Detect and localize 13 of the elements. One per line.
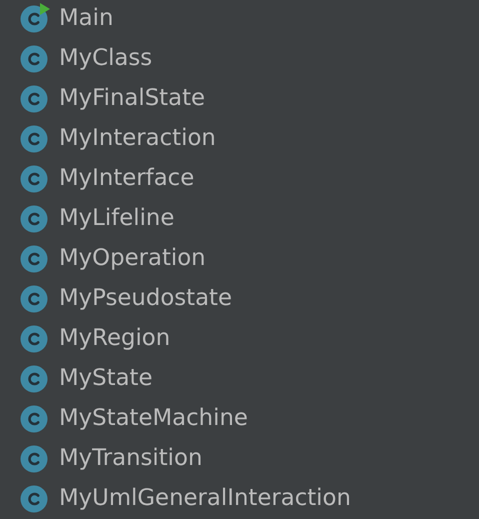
class-name[interactable]: MyStateMachine xyxy=(59,406,248,430)
class-name[interactable]: MyFinalState xyxy=(59,86,206,110)
class-name[interactable]: MyState xyxy=(59,366,153,390)
class-name[interactable]: MyRegion xyxy=(59,326,170,350)
class-name[interactable]: MyClass xyxy=(59,46,152,70)
class-name[interactable]: MyLifeline xyxy=(59,206,174,230)
class-name[interactable]: MyOperation xyxy=(59,246,206,270)
class-name[interactable]: MyInteraction xyxy=(59,126,216,150)
class-name[interactable]: MyPseudostate xyxy=(59,286,232,310)
class-name[interactable]: Main xyxy=(59,6,114,30)
class-name[interactable]: MyUmlGeneralInteraction xyxy=(59,486,351,510)
class-name[interactable]: MyTransition xyxy=(59,446,202,470)
class-name[interactable]: MyInterface xyxy=(59,166,194,190)
